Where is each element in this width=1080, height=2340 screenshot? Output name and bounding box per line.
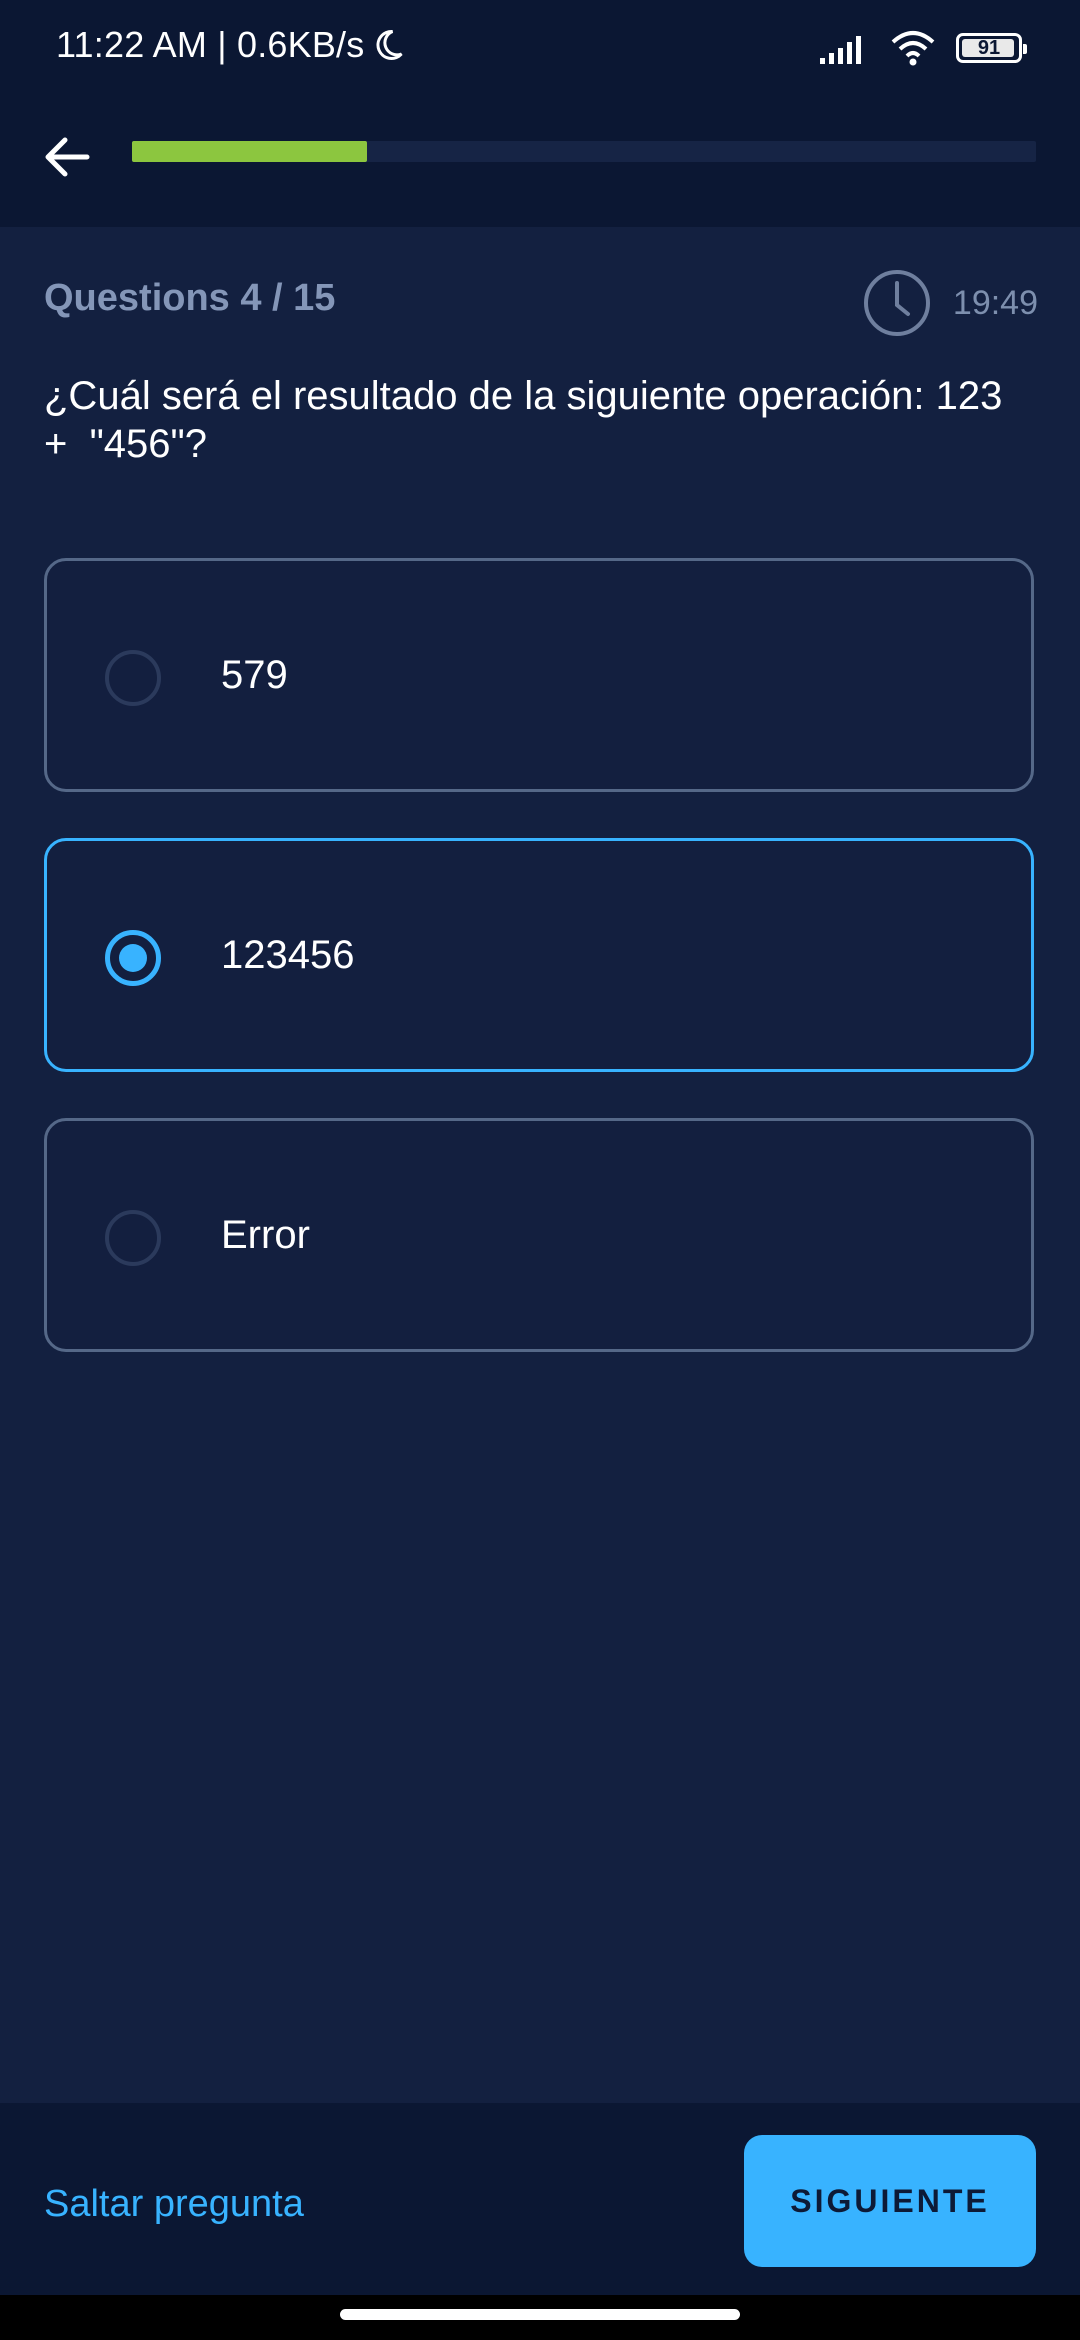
system-nav-bar xyxy=(0,2295,1080,2340)
timer-value: 19:49 xyxy=(952,283,1038,322)
back-arrow-icon xyxy=(45,137,90,177)
battery-level: 91 xyxy=(977,36,1001,59)
status-time-speed: 11:22 AM | 0.6KB/s xyxy=(56,24,365,65)
answer-option-1[interactable]: 579 xyxy=(44,558,1034,792)
answer-option-label: 579 xyxy=(221,653,288,697)
wifi-icon xyxy=(891,31,935,66)
status-icons: 91 xyxy=(818,28,1027,68)
skip-question-link[interactable]: Saltar pregunta xyxy=(44,2183,304,2226)
quiz-progress-fill xyxy=(132,141,368,162)
radio-button[interactable] xyxy=(105,1210,161,1266)
quiz-header xyxy=(0,100,1080,227)
radio-button[interactable] xyxy=(105,650,161,706)
answer-option-3[interactable]: Error xyxy=(44,1118,1034,1352)
answer-option-2[interactable]: 123456 xyxy=(44,838,1034,1072)
battery-icon: 91 xyxy=(956,33,1027,63)
clock-icon xyxy=(863,270,930,336)
status-time: 11:22 AM | 0.6KB/s xyxy=(56,24,406,66)
signal-icon xyxy=(820,36,861,64)
timer: 19:49 xyxy=(863,268,1038,338)
question-text: ¿Cuál será el resultado de la siguiente … xyxy=(44,374,1003,466)
answer-option-label: Error xyxy=(221,1213,310,1257)
answer-option-label: 123456 xyxy=(221,933,355,977)
radio-button-selected[interactable] xyxy=(105,930,161,986)
quiz-progress-bar xyxy=(132,141,1036,162)
back-button[interactable] xyxy=(32,122,102,192)
next-button[interactable]: SIGUIENTE xyxy=(744,2135,1036,2267)
question-counter: Questions 4 / 15 xyxy=(44,277,336,319)
home-indicator[interactable] xyxy=(340,2309,740,2320)
quiz-footer: Saltar pregunta SIGUIENTE xyxy=(0,2103,1080,2295)
moon-icon xyxy=(376,29,404,60)
status-bar: 11:22 AM | 0.6KB/s 91 xyxy=(0,0,1080,100)
